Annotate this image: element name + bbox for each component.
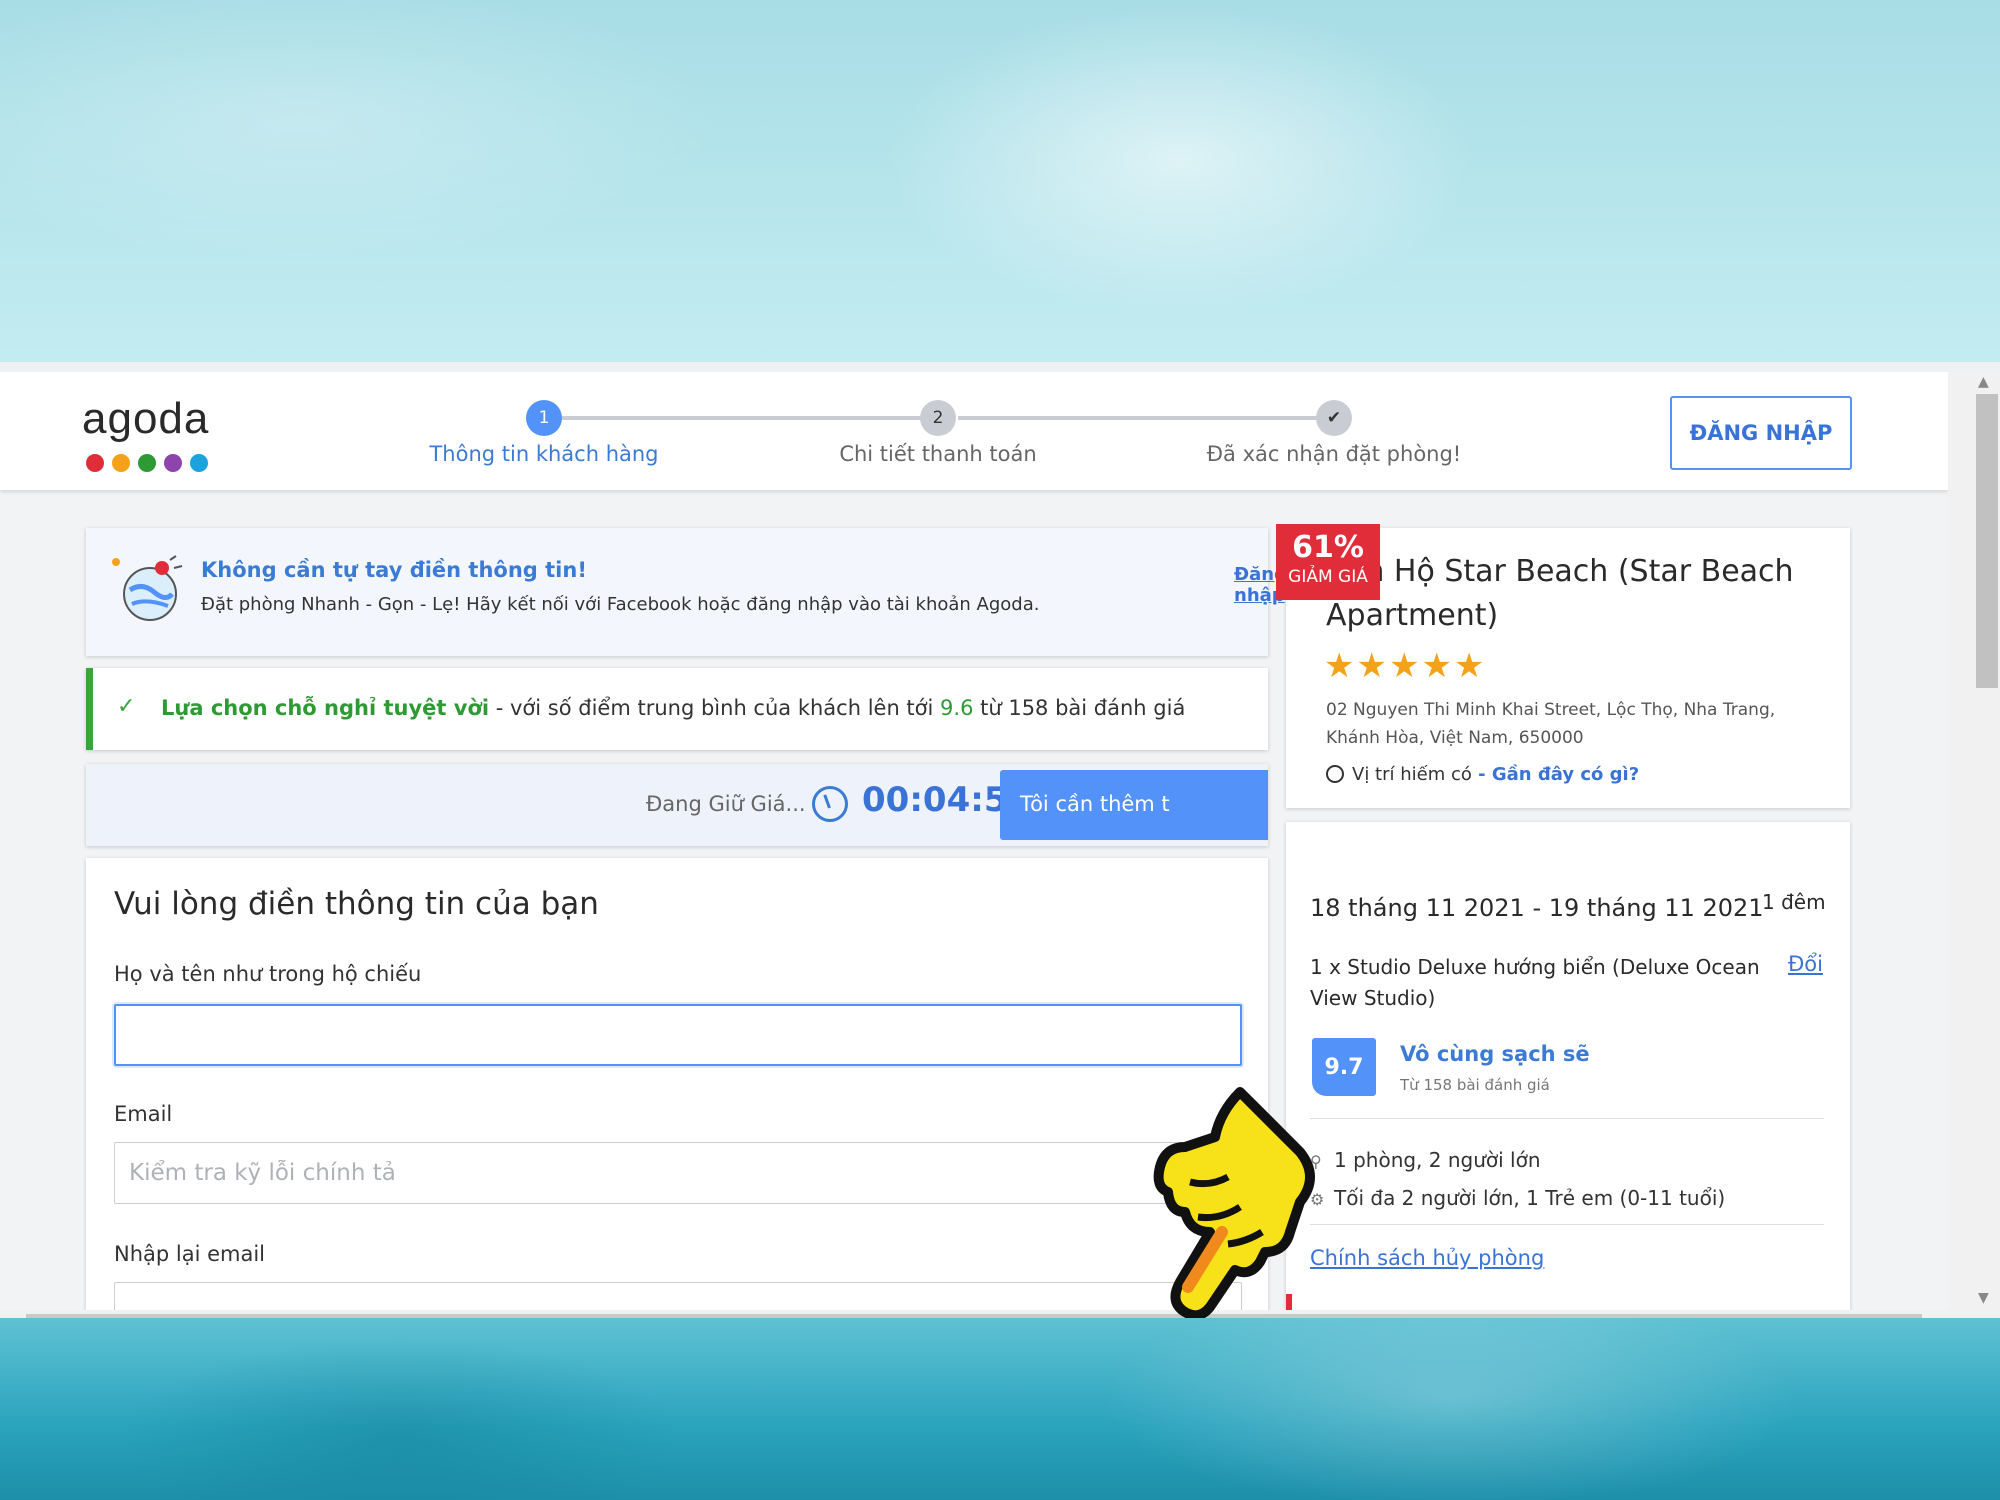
browser-viewport: agoda 1 Thông tin khách hàng 2 Chi tiết … [0,362,2000,1318]
great-choice-strong: Lựa chọn chỗ nghỉ tuyệt vời [161,696,490,720]
banner-title: Không cần tự tay điền thông tin! [201,558,587,582]
discount-badge: 61% GIẢM GIÁ [1276,524,1380,600]
agoda-logo[interactable]: agoda [82,394,209,444]
full-name-label: Họ và tên như trong hộ chiếu [114,962,422,986]
logo-dot [86,454,104,472]
checkmark-icon: ✔ [1316,400,1352,436]
full-name-input[interactable] [114,1004,1242,1066]
guest-info-form: Vui lòng điền thông tin của bạn Họ và tê… [86,858,1268,1318]
nights-count: 1 đêm [1762,890,1826,914]
cleanliness-reviews: Từ 158 bài đánh giá [1400,1076,1550,1094]
logo-dots [86,454,208,472]
great-choice-desc: - với số điểm trung bình của khách lên t… [489,696,941,720]
great-choice-score: 9.6 [940,696,974,720]
email-confirm-label: Nhập lại email [114,1242,266,1266]
page-header: agoda 1 Thông tin khách hàng 2 Chi tiết … [0,372,1948,490]
step-3-label: Đã xác nhận đặt phòng! [1206,442,1462,466]
booking-summary: 18 tháng 11 2021 - 19 tháng 11 2021 1 đê… [1286,822,1850,1318]
background-top [0,0,2000,362]
nearby-link[interactable]: - Gần đây có gì? [1472,764,1639,785]
rooms-guests: ⚲ 1 phòng, 2 người lớn [1310,1148,1541,1172]
hotel-address: 02 Nguyen Thi Minh Khai Street, Lộc Thọ,… [1326,700,1776,748]
room-type: 1 x Studio Deluxe hướng biển (Deluxe Oce… [1310,955,1760,1010]
form-title: Vui lòng điền thông tin của bạn [114,886,599,922]
timer-label: Đang Giữ Giá... [646,792,806,816]
banner-subtitle: Đặt phòng Nhanh - Gọn - Lẹ! Hãy kết nối … [201,594,1040,615]
clock-icon [812,786,848,822]
award-icon [1326,765,1344,783]
divider [1310,1224,1824,1225]
scroll-down-arrow[interactable]: ▼ [1978,1290,1989,1306]
great-choice-text: Lựa chọn chỗ nghỉ tuyệt vời - với số điể… [161,696,1185,720]
logo-dot [112,454,130,472]
great-choice-reviews: từ 158 bài đánh giá [973,696,1186,720]
location-text: Vị trí hiếm có [1352,764,1472,785]
max-occupancy: ⚙ Tối đa 2 người lớn, 1 Trẻ em (0-11 tuổi… [1310,1186,1725,1210]
step-1-label: Thông tin khách hàng [429,442,659,466]
cleanliness-title: Vô cùng sạch sẽ [1400,1042,1590,1066]
login-prompt-banner: Không cần tự tay điền thông tin! Đặt phò… [86,528,1287,656]
step-2-label: Chi tiết thanh toán [839,442,1037,466]
step-1-circle: 1 [526,400,562,436]
step-guest-info: 1 Thông tin khách hàng [414,400,674,466]
hotel-name: Căn Hộ Star Beach (Star Beach Apartment) [1326,554,1794,633]
check-icon: ✓ [117,694,136,719]
vertical-scrollbar[interactable]: ▲ ▼ [1948,372,2000,1318]
logo-dot [190,454,208,472]
scroll-up-arrow[interactable]: ▲ [1978,374,1989,390]
email-label: Email [114,1102,173,1126]
step-2-circle: 2 [920,400,956,436]
stay-dates: 18 tháng 11 2021 - 19 tháng 11 2021 [1310,894,1764,922]
great-choice-notice: ✓ Lựa chọn chỗ nghỉ tuyệt vời - với số đ… [86,668,1268,750]
hotel-location: Vị trí hiếm có - Gần đây có gì? [1326,764,1639,785]
step-confirmed: ✔ Đã xác nhận đặt phòng! [1184,400,1484,466]
cancellation-policy-link[interactable]: Chính sách hủy phòng [1310,1246,1544,1270]
max-occupancy-text: Tối đa 2 người lớn, 1 Trẻ em (0-11 tuổi) [1334,1186,1726,1210]
divider [1310,1118,1824,1119]
discount-percent: 61% [1292,530,1364,565]
pointing-hand-icon [1153,1087,1315,1318]
horizontal-scrollbar[interactable] [0,1310,1948,1318]
discount-label: GIẢM GIÁ [1288,567,1368,587]
price-hold-timer: Đang Giữ Giá... 00:04:51 Tôi cần thêm t [86,764,1268,846]
more-time-button[interactable]: Tôi cần thêm t [1000,770,1268,840]
rooms-guests-text: 1 phòng, 2 người lớn [1334,1148,1541,1172]
login-button[interactable]: ĐĂNG NHẬP [1670,396,1852,470]
horizontal-scroll-thumb[interactable] [26,1314,1922,1318]
email-input[interactable] [114,1142,1242,1204]
step-payment: 2 Chi tiết thanh toán [808,400,1068,466]
background-bottom [0,1318,2000,1500]
change-room-link[interactable]: Đổi [1788,952,1823,976]
globe-pin-icon [112,555,183,621]
scroll-thumb[interactable] [1976,394,1998,688]
logo-dot [164,454,182,472]
star-rating: ★★★★★ [1324,646,1487,686]
logo-dot [138,454,156,472]
